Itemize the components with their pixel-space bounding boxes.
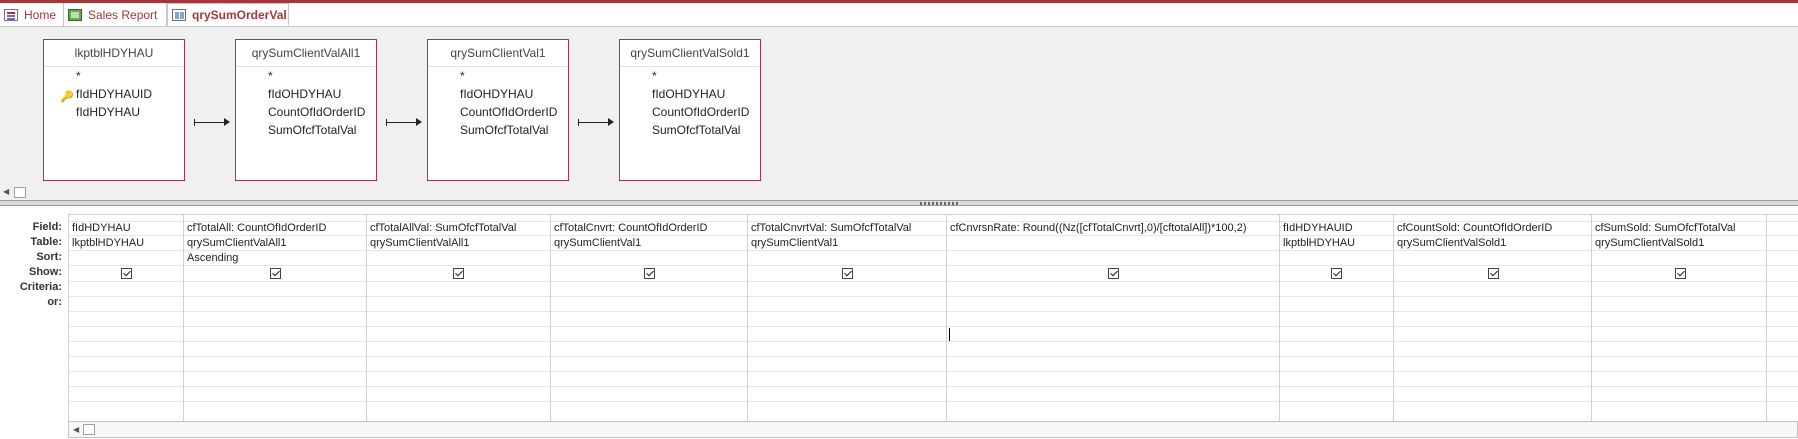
show-checkbox[interactable]: [842, 268, 853, 279]
show-checkbox[interactable]: [1675, 268, 1686, 279]
join-one-marker: [194, 119, 195, 126]
join-arrow-icon: [608, 118, 614, 126]
join-one-marker: [386, 119, 387, 126]
field-item[interactable]: SumOfcfTotalVal: [620, 121, 760, 139]
grid-column[interactable]: cfTotalCnvrtVal: SumOfcfTotalVal qrySumC…: [747, 215, 946, 424]
grid-column[interactable]: cfTotalAll: CountOfIdOrderID qrySumClien…: [183, 215, 366, 424]
tab-qrySumOrderVal[interactable]: qrySumOrderVal: [167, 3, 289, 26]
scroll-left-icon[interactable]: ◀: [73, 425, 79, 434]
table-cell[interactable]: lkptblHDYHAU: [1283, 237, 1355, 249]
table-cell[interactable]: qrySumClientVal1: [751, 237, 838, 249]
grid-hscrollbar[interactable]: ◀: [68, 421, 1798, 438]
field-item-label: fIdHDYHAUID: [76, 87, 153, 101]
field-item[interactable]: *: [44, 67, 184, 85]
query-design-grid[interactable]: fIdHDYHAU lkptblHDYHAU cfTotalAll: Count…: [68, 214, 1798, 424]
scroll-thumb[interactable]: [14, 187, 26, 198]
grid-column[interactable]: cfTotalCnvrt: CountOfIdOrderID qrySumCli…: [550, 215, 747, 424]
field-cell[interactable]: cfTotalCnvrtVal: SumOfcfTotalVal: [751, 222, 911, 234]
field-cell[interactable]: cfTotalCnvrt: CountOfIdOrderID: [554, 222, 707, 234]
splitter-grip-icon[interactable]: [920, 202, 960, 205]
field-item[interactable]: fIdOHDYHAU: [428, 85, 568, 103]
show-checkbox[interactable]: [1488, 268, 1499, 279]
field-item[interactable]: fIdOHDYHAU: [236, 85, 376, 103]
row-label-sort: Sort:: [36, 251, 62, 263]
show-checkbox[interactable]: [1331, 268, 1342, 279]
grid-column[interactable]: cfTotalAllVal: SumOfcfTotalVal qrySumCli…: [366, 215, 550, 424]
show-checkbox[interactable]: [644, 268, 655, 279]
grid-column[interactable]: cfCountSold: CountOfIdOrderID qrySumClie…: [1393, 215, 1591, 424]
field-item-key[interactable]: 🔑 fIdHDYHAUID: [44, 85, 184, 103]
field-item[interactable]: CountOfIdOrderID: [428, 103, 568, 121]
document-tab-bar: Home Sales Report qrySumOrderVal: [0, 3, 1798, 27]
show-checkbox[interactable]: [121, 268, 132, 279]
row-label-show: Show:: [29, 266, 62, 278]
sort-cell[interactable]: Ascending: [187, 252, 238, 264]
grid-column-empty[interactable]: [1766, 215, 1798, 424]
grid-column[interactable]: cfCnvrsnRate: Round((Nz([cfTotalCnvrt],0…: [946, 215, 1279, 424]
show-checkbox[interactable]: [1108, 268, 1119, 279]
tab-label: Sales Report: [88, 7, 158, 22]
field-cell[interactable]: cfCountSold: CountOfIdOrderID: [1397, 222, 1552, 234]
tab-home[interactable]: Home: [0, 3, 64, 26]
field-item[interactable]: fIdHDYHAU: [44, 103, 184, 121]
table-cell[interactable]: lkptblHDYHAU: [72, 237, 144, 249]
field-list-title[interactable]: qrySumClientVal1: [428, 40, 568, 67]
row-label-or: or:: [47, 296, 62, 308]
field-cell[interactable]: cfTotalAllVal: SumOfcfTotalVal: [370, 222, 516, 234]
field-cell[interactable]: cfTotalAll: CountOfIdOrderID: [187, 222, 326, 234]
tab-label: Home: [24, 7, 57, 22]
field-cell[interactable]: fIdHDYHAU: [72, 222, 131, 234]
design-pane-hscrollbar[interactable]: ◀: [0, 185, 1798, 200]
show-checkbox[interactable]: [270, 268, 281, 279]
field-cell[interactable]: cfSumSold: SumOfcfTotalVal: [1595, 222, 1735, 234]
row-label-criteria: Criteria:: [19, 281, 62, 293]
field-list-lkptblHDYHAU[interactable]: lkptblHDYHAU * 🔑 fIdHDYHAUID fIdHDYHAU: [43, 39, 185, 181]
scroll-thumb[interactable]: [83, 424, 95, 435]
join-line[interactable]: [386, 118, 422, 126]
field-item[interactable]: CountOfIdOrderID: [620, 103, 760, 121]
join-arrow-icon: [416, 118, 422, 126]
report-icon: [68, 8, 82, 21]
table-cell[interactable]: qrySumClientValSold1: [1595, 237, 1704, 249]
text-cursor: [949, 328, 950, 341]
field-list-qrySumClientValSold1[interactable]: qrySumClientValSold1 * fIdOHDYHAU CountO…: [619, 39, 761, 181]
field-list-qrySumClientValAll1[interactable]: qrySumClientValAll1 * fIdOHDYHAU CountOf…: [235, 39, 377, 181]
field-list-title[interactable]: qrySumClientValAll1: [236, 40, 376, 67]
field-item[interactable]: *: [428, 67, 568, 85]
join-line[interactable]: [578, 118, 614, 126]
field-cell[interactable]: fIdHDYHAUID: [1283, 222, 1353, 234]
field-list-title[interactable]: qrySumClientValSold1: [620, 40, 760, 67]
field-list-qrySumClientVal1[interactable]: qrySumClientVal1 * fIdOHDYHAU CountOfIdO…: [427, 39, 569, 181]
query-grid-pane[interactable]: Field: Table: Sort: Show: Criteria: or: …: [0, 206, 1798, 439]
join-one-marker: [578, 119, 579, 126]
field-item[interactable]: CountOfIdOrderID: [236, 103, 376, 121]
table-cell[interactable]: qrySumClientValAll1: [187, 237, 286, 249]
query-design-pane[interactable]: lkptblHDYHAU * 🔑 fIdHDYHAUID fIdHDYHAU qr…: [0, 27, 1798, 185]
join-line[interactable]: [194, 118, 230, 126]
field-cell[interactable]: cfCnvrsnRate: Round((Nz([cfTotalCnvrt],0…: [950, 222, 1247, 234]
field-list-title[interactable]: lkptblHDYHAU: [44, 40, 184, 67]
form-icon: [4, 8, 18, 21]
field-item[interactable]: *: [236, 67, 376, 85]
grid-column[interactable]: cfSumSold: SumOfcfTotalVal qrySumClientV…: [1591, 215, 1766, 424]
scroll-left-icon[interactable]: ◀: [3, 187, 9, 196]
grid-column[interactable]: fIdHDYHAU lkptblHDYHAU: [68, 215, 183, 424]
table-cell[interactable]: qrySumClientVal1: [554, 237, 641, 249]
table-cell[interactable]: qrySumClientValSold1: [1397, 237, 1506, 249]
field-item[interactable]: *: [620, 67, 760, 85]
show-checkbox[interactable]: [453, 268, 464, 279]
field-item[interactable]: fIdOHDYHAU: [620, 85, 760, 103]
tab-label: qrySumOrderVal: [192, 7, 287, 22]
join-arrow-icon: [224, 118, 230, 126]
grid-column[interactable]: fIdHDYHAUID lkptblHDYHAU: [1279, 215, 1393, 424]
table-cell[interactable]: qrySumClientValAll1: [370, 237, 469, 249]
row-label-field: Field:: [32, 221, 62, 233]
field-item[interactable]: SumOfcfTotalVal: [236, 121, 376, 139]
tab-sales-report[interactable]: Sales Report: [64, 3, 167, 26]
query-icon: [172, 8, 186, 21]
field-item[interactable]: SumOfcfTotalVal: [428, 121, 568, 139]
row-label-table: Table:: [30, 236, 62, 248]
